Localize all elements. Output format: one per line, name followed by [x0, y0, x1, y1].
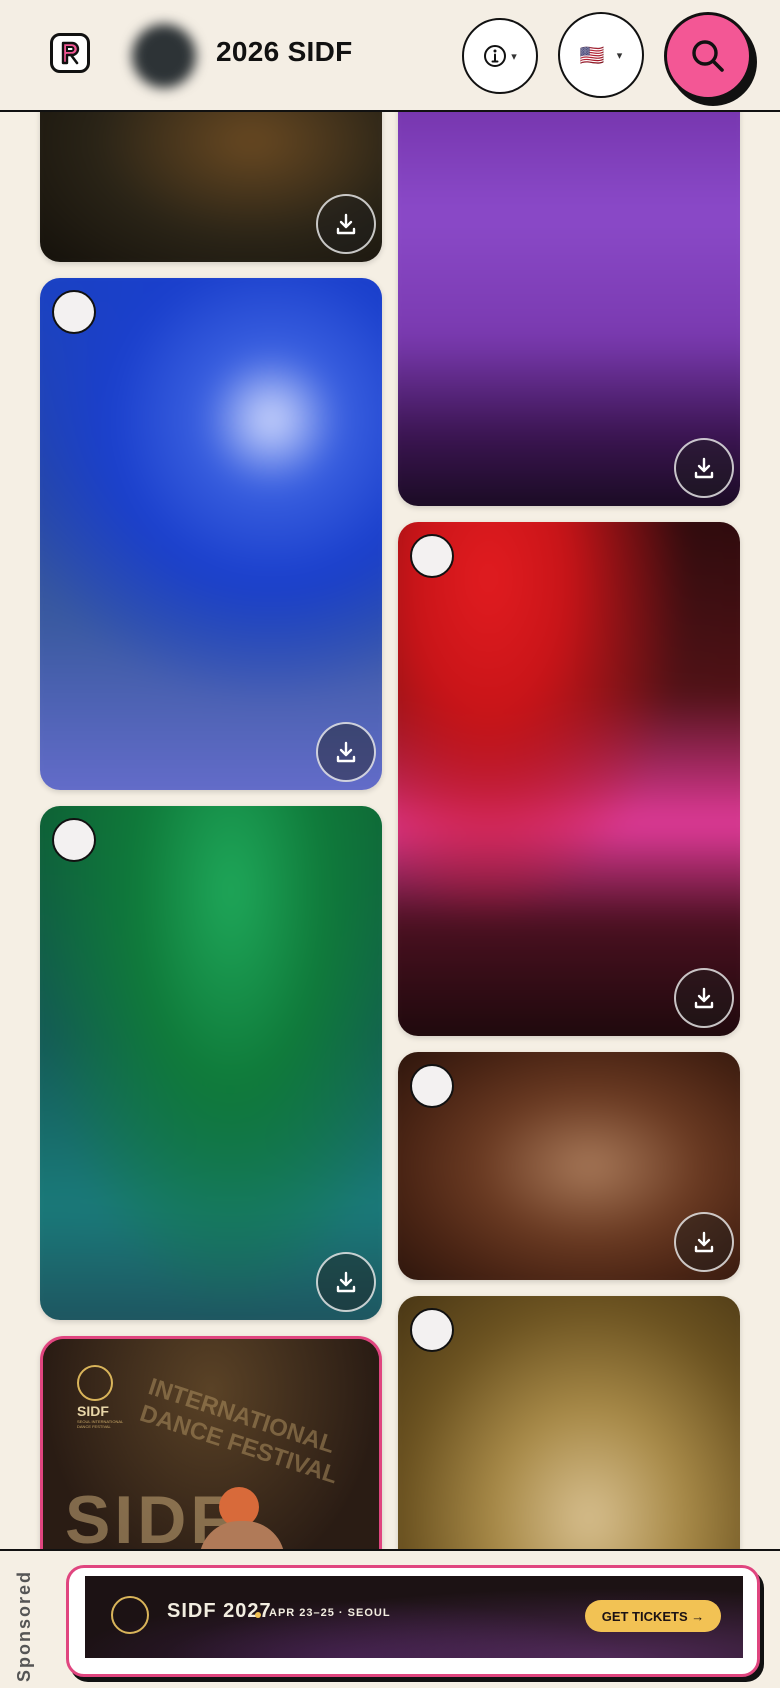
download-icon — [694, 457, 714, 479]
language-selector[interactable]: 🇺🇸 ▾ — [558, 12, 644, 98]
download-button[interactable] — [674, 438, 734, 498]
photo-card[interactable] — [398, 1052, 740, 1280]
top-bar: 2026 SIDF ▾ 🇺🇸 ▾ — [0, 0, 780, 112]
featured-logo-text: SIDF — [77, 1403, 109, 1419]
sponsored-footer: Sponsored SIDF 2027 APR 23–25 · SEOUL GE… — [0, 1549, 780, 1688]
separator-dot — [255, 1612, 261, 1618]
download-button[interactable] — [674, 1212, 734, 1272]
featured-logo-subtext: SEOUL INTERNATIONAL DANCE FESTIVAL — [77, 1419, 124, 1429]
select-checkbox[interactable] — [410, 1064, 454, 1108]
select-checkbox[interactable] — [410, 534, 454, 578]
download-icon — [694, 987, 714, 1009]
select-checkbox[interactable] — [52, 290, 96, 334]
download-button[interactable] — [674, 968, 734, 1028]
photo-card[interactable] — [40, 278, 382, 790]
download-button[interactable] — [316, 194, 376, 254]
select-checkbox[interactable] — [410, 1308, 454, 1352]
chevron-down-icon: ▾ — [616, 49, 623, 62]
download-icon — [336, 213, 356, 235]
download-icon — [336, 741, 356, 763]
sponsored-label: Sponsored — [14, 1569, 34, 1682]
download-button[interactable] — [316, 1252, 376, 1312]
event-avatar[interactable] — [132, 24, 196, 88]
chevron-down-icon: ▾ — [511, 50, 517, 63]
info-icon — [484, 45, 507, 67]
download-icon — [694, 1231, 714, 1253]
download-button[interactable] — [316, 722, 376, 782]
ad-container[interactable]: SIDF 2027 APR 23–25 · SEOUL GET TICKETS … — [66, 1565, 760, 1677]
photo-thumbnail — [40, 806, 382, 1320]
page-title: 2026 SIDF — [216, 36, 353, 67]
search-button[interactable] — [664, 12, 752, 100]
photo-card[interactable] — [398, 70, 740, 506]
ad-event-when: APR 23–25 · SEOUL — [269, 1607, 391, 1619]
select-checkbox[interactable] — [52, 818, 96, 862]
photo-thumbnail — [40, 278, 382, 790]
app-logo-icon — [61, 41, 80, 65]
photo-card[interactable] — [398, 522, 740, 1036]
festival-emblem-icon — [111, 1596, 149, 1634]
search-icon — [692, 40, 724, 72]
get-tickets-button[interactable]: GET TICKETS → — [585, 1600, 721, 1632]
download-icon — [336, 1271, 356, 1293]
photo-thumbnail — [398, 70, 740, 506]
photo-thumbnail — [398, 522, 740, 1036]
festival-emblem-icon — [77, 1365, 113, 1401]
photo-card[interactable] — [40, 806, 382, 1320]
app-logo[interactable] — [50, 33, 90, 73]
info-button[interactable]: ▾ — [462, 18, 538, 94]
us-flag-icon: 🇺🇸 — [579, 44, 605, 67]
ad-banner[interactable]: SIDF 2027 APR 23–25 · SEOUL GET TICKETS … — [85, 1576, 743, 1658]
